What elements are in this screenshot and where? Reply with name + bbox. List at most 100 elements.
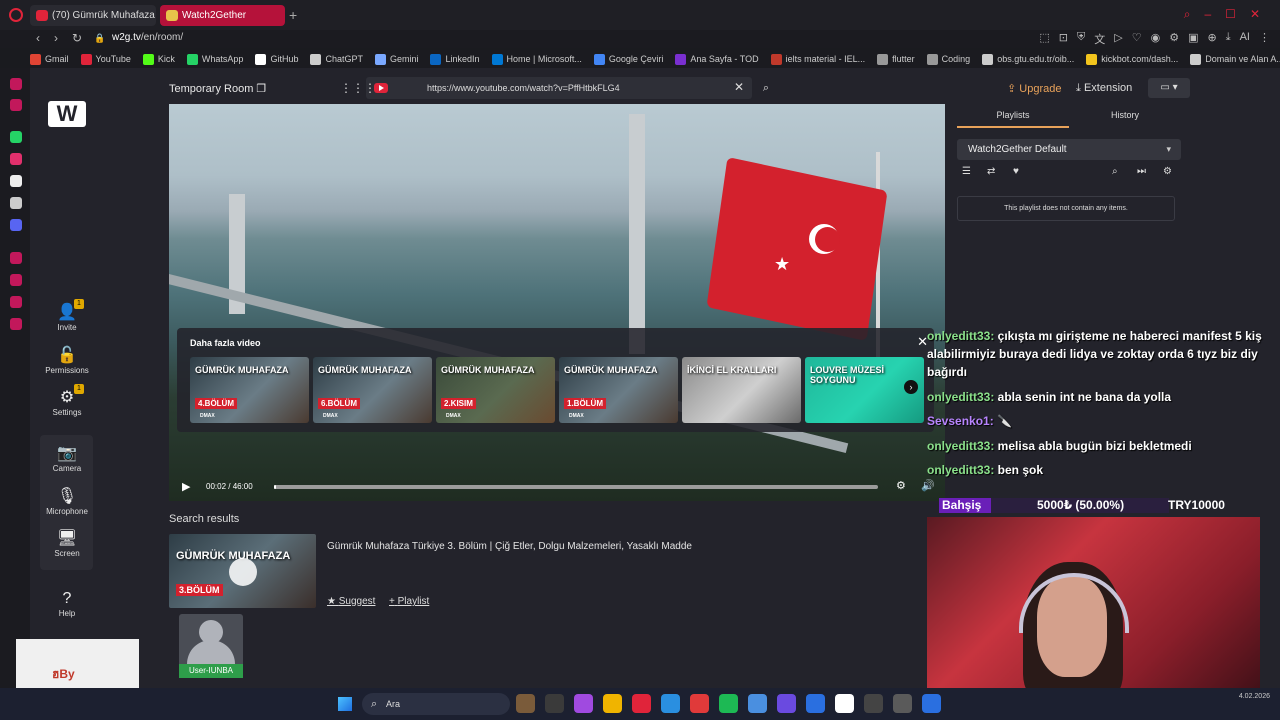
bookmark-item[interactable]: Gmail bbox=[30, 50, 69, 68]
room-title[interactable]: Temporary Room ❐ bbox=[169, 82, 266, 95]
new-tab-button[interactable]: + bbox=[289, 8, 297, 22]
volume-icon[interactable]: 🔊 bbox=[921, 479, 935, 492]
translate-icon[interactable]: 文 bbox=[1094, 31, 1105, 47]
chevron-right-icon[interactable]: › bbox=[904, 380, 918, 394]
bookmark-item[interactable]: Domain ve Alan A... bbox=[1190, 50, 1280, 68]
settings-icon[interactable] bbox=[10, 318, 22, 330]
bookmark-item[interactable]: LinkedIn bbox=[430, 50, 480, 68]
taskbar-app-icon[interactable] bbox=[922, 694, 941, 713]
windows-start-icon[interactable] bbox=[338, 697, 352, 711]
taskbar-app-icon[interactable] bbox=[719, 694, 738, 713]
taskbar-search[interactable]: Ara bbox=[362, 693, 510, 715]
bookmark-item[interactable]: Coding bbox=[926, 50, 970, 68]
search-result-item[interactable]: GÜMRÜK MUHAFAZA 3.BÖLÜM Gümrük Muhafaza … bbox=[169, 530, 929, 610]
clock-icon[interactable] bbox=[10, 274, 22, 286]
help-button[interactable]: ? Help bbox=[40, 589, 94, 618]
player-icon[interactable] bbox=[10, 99, 22, 111]
history-icon[interactable] bbox=[10, 252, 22, 264]
video-player[interactable]: ★ Daha fazla video ✕ GÜMRÜK MUHAFAZA 4.BÖ… bbox=[169, 104, 945, 501]
taskbar-app-icon[interactable] bbox=[603, 694, 622, 713]
taskbar-app-icon[interactable] bbox=[632, 694, 651, 713]
taskbar-app-icon[interactable] bbox=[690, 694, 709, 713]
video-thumbnail[interactable]: GÜMRÜK MUHAFAZA 6.BÖLÜM DMAX bbox=[313, 357, 432, 423]
video-thumbnail[interactable]: İKİNCİ EL KRALLARI bbox=[682, 357, 801, 423]
taskbar-app-icon[interactable] bbox=[748, 694, 767, 713]
forward-icon[interactable]: › bbox=[54, 31, 58, 45]
maximize-button[interactable]: ☐ bbox=[1225, 8, 1236, 20]
taskbar-app-icon[interactable] bbox=[806, 694, 825, 713]
minimize-button[interactable]: – bbox=[1204, 8, 1211, 20]
microphone-button[interactable]: 🎙 Microphone bbox=[40, 487, 94, 516]
video-thumbnail[interactable]: GÜMRÜK MUHAFAZA 2.KISIM DMAX bbox=[436, 357, 555, 423]
bookmark-item[interactable]: Home | Microsoft... bbox=[491, 50, 582, 68]
layout-toggle-button[interactable]: ▭ ▾ bbox=[1148, 78, 1190, 98]
progress-bar[interactable] bbox=[274, 485, 878, 489]
whatsapp-icon[interactable] bbox=[10, 131, 22, 143]
bookmark-item[interactable]: flutter bbox=[877, 50, 915, 68]
box-icon[interactable] bbox=[10, 296, 22, 308]
x-icon[interactable] bbox=[10, 197, 22, 209]
taskbar-app-icon[interactable] bbox=[661, 694, 680, 713]
extension-button[interactable]: ⤓ Extension bbox=[1076, 82, 1132, 95]
bookmark-item[interactable]: YouTube bbox=[80, 50, 131, 68]
bookmark-item[interactable]: ielts material - IEL... bbox=[770, 50, 865, 68]
search-input[interactable]: https://www.youtube.com/watch?v=PffHtbkF… bbox=[427, 83, 620, 93]
permissions-button[interactable]: 🔓 Permissions bbox=[40, 346, 94, 375]
screenshot-icon[interactable]: ⊡ bbox=[1059, 31, 1068, 47]
play-icon[interactable]: ▷ bbox=[1114, 31, 1122, 47]
extension-icon[interactable]: ⬚ bbox=[1039, 31, 1049, 47]
youtube-icon[interactable] bbox=[374, 83, 388, 93]
taskbar-app-icon[interactable] bbox=[864, 694, 883, 713]
menu-icon[interactable]: ⋮ bbox=[1259, 31, 1270, 47]
taskbar-app-icon[interactable] bbox=[545, 694, 564, 713]
vpn-icon[interactable]: ◉ bbox=[1151, 31, 1161, 47]
tiktok-icon[interactable] bbox=[10, 175, 22, 187]
bookmark-item[interactable]: obs.gtu.edu.tr/oib... bbox=[982, 50, 1074, 68]
messenger-icon[interactable] bbox=[10, 78, 22, 90]
taskbar-app-icon[interactable] bbox=[835, 694, 854, 713]
gear-icon[interactable]: ⚙ bbox=[896, 479, 906, 492]
bookmark-item[interactable]: Google Çeviri bbox=[593, 50, 663, 68]
skip-icon[interactable]: ⏭ bbox=[1137, 166, 1146, 177]
close-button[interactable]: ✕ bbox=[1250, 8, 1260, 20]
tab-playlists[interactable]: Playlists bbox=[957, 110, 1069, 128]
download-icon[interactable]: ⤓ bbox=[1226, 31, 1231, 47]
profile-icon[interactable]: ▣ bbox=[1188, 31, 1198, 47]
search-tabs-icon[interactable]: ⌕ bbox=[1184, 8, 1191, 20]
video-thumbnail[interactable]: GÜMRÜK MUHAFAZA 1.BÖLÜM DMAX bbox=[559, 357, 678, 423]
add-to-playlist-button[interactable]: + Playlist bbox=[389, 596, 429, 607]
taskbar-app-icon[interactable] bbox=[574, 694, 593, 713]
reload-icon[interactable]: ↻ bbox=[72, 31, 82, 45]
upgrade-button[interactable]: ⇪ Upgrade bbox=[1007, 82, 1061, 95]
instagram-icon[interactable] bbox=[10, 153, 22, 165]
heart-icon[interactable]: ♡ bbox=[1132, 31, 1142, 47]
bookmark-item[interactable]: Ana Sayfa - TOD bbox=[675, 50, 759, 68]
clear-icon[interactable]: ✕ bbox=[734, 80, 744, 94]
suggest-button[interactable]: ★ Suggest bbox=[327, 596, 375, 607]
taskbar-app-icon[interactable] bbox=[516, 694, 535, 713]
discord-icon[interactable] bbox=[10, 219, 22, 231]
back-icon[interactable]: ‹ bbox=[36, 31, 40, 45]
tab-watch2gether[interactable]: Watch2Gether bbox=[160, 5, 285, 26]
grid-icon[interactable]: ⋮⋮⋮ bbox=[340, 77, 376, 99]
video-search-bar[interactable]: ⋮⋮⋮ https://www.youtube.com/watch?v=PffH… bbox=[340, 77, 769, 99]
pin-icon[interactable]: ⊕ bbox=[1208, 31, 1217, 47]
extensions-icon[interactable]: ⚙ bbox=[1169, 31, 1179, 47]
camera-button[interactable]: 📷 Camera bbox=[40, 444, 94, 473]
search-icon[interactable]: ⌕ bbox=[754, 77, 778, 99]
w2g-logo[interactable]: W bbox=[48, 101, 86, 127]
heart-icon[interactable]: ♥ bbox=[1013, 166, 1019, 177]
bookmark-item[interactable]: ChatGPT bbox=[310, 50, 363, 68]
bookmark-item[interactable]: Kick bbox=[142, 50, 175, 68]
gear-icon[interactable]: ⚙ bbox=[1163, 166, 1172, 177]
bookmark-item[interactable]: GitHub bbox=[255, 50, 298, 68]
result-thumbnail[interactable]: GÜMRÜK MUHAFAZA 3.BÖLÜM bbox=[169, 534, 316, 608]
result-title[interactable]: Gümrük Muhafaza Türkiye 3. Bölüm | Çiğ E… bbox=[327, 541, 692, 552]
search-icon[interactable]: ⌕ bbox=[1112, 166, 1118, 177]
taskbar-app-icon[interactable] bbox=[777, 694, 796, 713]
play-button[interactable]: ▶ bbox=[182, 480, 190, 493]
tab-youtube[interactable]: (70) Gümrük Muhafaza Tü bbox=[30, 5, 156, 26]
opera-logo-icon[interactable] bbox=[9, 8, 23, 22]
shield-icon[interactable]: ⛨ bbox=[1077, 31, 1085, 47]
tab-history[interactable]: History bbox=[1069, 110, 1181, 128]
